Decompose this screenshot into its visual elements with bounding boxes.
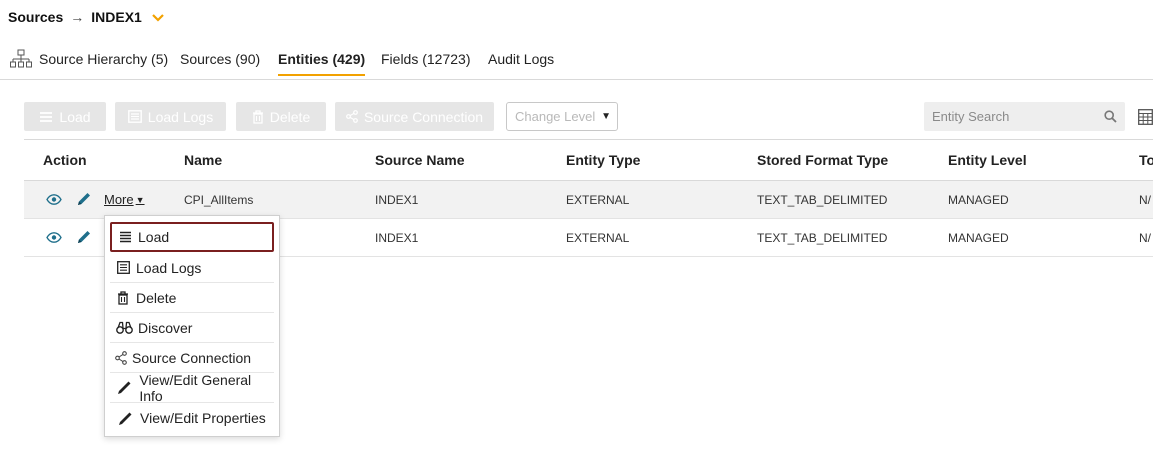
entity-search-input[interactable]: Entity Search — [924, 102, 1125, 131]
more-actions-menu: Load Load Logs Delete Discover Source Co… — [104, 215, 280, 437]
menu-item-discover[interactable]: Discover — [110, 313, 274, 343]
breadcrumb: Sources → INDEX1 — [8, 0, 164, 34]
column-header[interactable]: Name — [184, 140, 222, 180]
tab-entities[interactable]: Entities (429) — [278, 38, 366, 80]
tab-label: Entities (429) — [278, 51, 366, 67]
menu-item-label: Delete — [136, 289, 177, 306]
delete-button[interactable]: Delete — [236, 102, 326, 131]
tab-source-hierarchy[interactable]: Source Hierarchy (5) — [10, 38, 168, 80]
menu-item-load[interactable]: Load — [110, 222, 274, 252]
cell-stored-format-type: TEXT_TAB_DELIMITED — [757, 192, 888, 207]
menu-item-source-connection[interactable]: Source Connection — [110, 343, 274, 373]
menu-item-delete[interactable]: Delete — [110, 283, 274, 313]
list-icon — [115, 261, 131, 274]
breadcrumb-current: INDEX1 — [91, 9, 142, 25]
share-icon — [346, 110, 358, 123]
breadcrumb-separator: → — [70, 9, 85, 25]
entity-search-placeholder: Entity Search — [932, 109, 1010, 124]
load-button[interactable]: Load — [24, 102, 106, 131]
search-icon[interactable] — [1104, 110, 1117, 126]
tab-label: Audit Logs — [488, 51, 555, 67]
load-icon — [39, 111, 53, 123]
menu-item-view-edit-properties[interactable]: View/Edit Properties — [110, 403, 274, 433]
menu-item-load-logs[interactable]: Load Logs — [110, 253, 274, 283]
table-header: Action Name Source Name Entity Type Stor… — [24, 139, 1153, 181]
eye-icon[interactable] — [46, 192, 62, 210]
cell-name[interactable]: CPI_AllItems — [184, 181, 253, 218]
change-level-select[interactable]: Change Level ▼ — [506, 102, 618, 131]
menu-item-view-edit-general-info[interactable]: View/Edit General Info — [110, 371, 274, 404]
cell-to: N/ — [1139, 230, 1151, 245]
load-icon — [117, 231, 133, 243]
column-grid-icon[interactable] — [1138, 109, 1153, 130]
source-connection-button[interactable]: Source Connection — [335, 102, 494, 131]
share-icon — [115, 350, 127, 365]
menu-item-label: View/Edit Properties — [140, 410, 266, 426]
column-header[interactable]: Source Name — [375, 140, 464, 180]
cell-stored-format-type: TEXT_TAB_DELIMITED — [757, 230, 888, 245]
breadcrumb-root[interactable]: Sources — [8, 9, 63, 25]
pencil-icon — [115, 380, 134, 395]
column-header[interactable]: Entity Type — [566, 140, 640, 180]
tab-sources[interactable]: Sources (90) — [180, 38, 260, 80]
cell-source-name: INDEX1 — [375, 192, 419, 207]
chevron-down-icon[interactable] — [152, 11, 164, 23]
list-icon — [127, 110, 142, 123]
cell-to: N/ — [1139, 192, 1151, 207]
more-label: More — [104, 192, 134, 207]
delete-button-label: Delete — [269, 108, 311, 125]
cell-entity-level: MANAGED — [948, 192, 1009, 207]
trash-icon — [115, 290, 131, 305]
more-dropdown[interactable]: More ▼ — [104, 181, 145, 218]
tab-label: Fields (12723) — [381, 51, 471, 67]
column-header[interactable]: Action — [43, 140, 87, 180]
eye-icon[interactable] — [46, 230, 62, 248]
tab-audit-logs[interactable]: Audit Logs — [488, 38, 554, 80]
load-button-label: Load — [59, 108, 91, 125]
tab-label: Sources (90) — [180, 51, 261, 67]
tab-label: Source Hierarchy (5) — [39, 51, 169, 67]
menu-item-label: Discover — [138, 319, 193, 336]
cell-entity-type: EXTERNAL — [566, 192, 630, 207]
binoculars-icon — [115, 321, 133, 334]
tab-fields[interactable]: Fields (12723) — [381, 38, 471, 80]
table-row[interactable]: More ▼ CPI_AllItems INDEX1 EXTERNAL TEXT… — [24, 181, 1153, 219]
load-logs-button-label: Load Logs — [147, 108, 214, 125]
menu-item-label: Load — [138, 229, 170, 245]
menu-item-label: Load Logs — [136, 259, 202, 276]
tab-bar: Source Hierarchy (5) Sources (90) Entiti… — [0, 38, 1153, 80]
cell-entity-type: EXTERNAL — [566, 230, 630, 245]
pencil-icon — [115, 411, 135, 426]
cell-source-name: INDEX1 — [375, 230, 419, 245]
change-level-placeholder: Change Level — [515, 109, 596, 124]
load-logs-button[interactable]: Load Logs — [115, 102, 226, 131]
menu-item-label: Source Connection — [132, 349, 252, 366]
source-connection-button-label: Source Connection — [363, 108, 484, 125]
menu-item-label: View/Edit General Info — [139, 371, 252, 404]
cell-entity-level: MANAGED — [948, 230, 1009, 245]
caret-down-icon: ▼ — [601, 111, 611, 122]
trash-icon — [252, 109, 264, 124]
pencil-icon[interactable] — [76, 191, 92, 212]
column-header[interactable]: To — [1139, 140, 1153, 180]
pencil-icon[interactable] — [76, 229, 92, 250]
caret-down-icon: ▼ — [135, 194, 145, 205]
column-header[interactable]: Stored Format Type — [757, 140, 888, 180]
hierarchy-icon — [10, 49, 32, 69]
column-header[interactable]: Entity Level — [948, 140, 1027, 180]
